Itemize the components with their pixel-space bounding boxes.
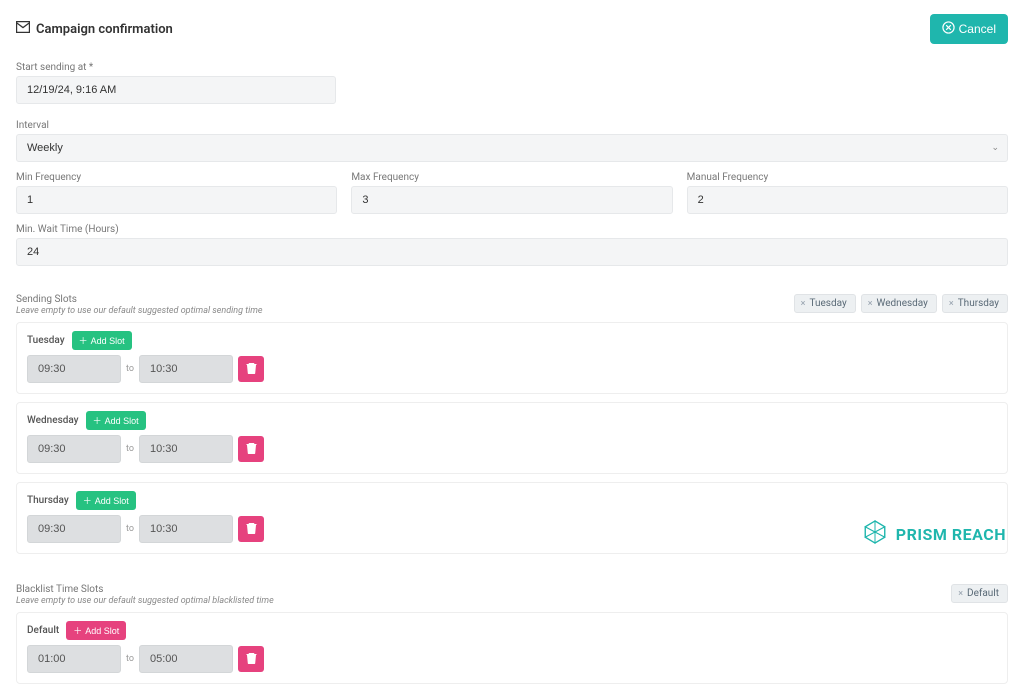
manual-frequency-input[interactable]	[687, 186, 1008, 214]
blacklist-slots-header: Blacklist Time Slots Leave empty to use …	[16, 580, 1008, 612]
plus-icon: ＋	[73, 624, 82, 637]
min-frequency-field: Min Frequency	[16, 172, 337, 214]
close-icon: ×	[949, 299, 954, 309]
add-slot-button[interactable]: ＋Add Slot	[66, 621, 126, 640]
interval-select[interactable]	[16, 134, 1008, 162]
time-from-input[interactable]	[27, 355, 121, 383]
time-from-input[interactable]	[27, 645, 121, 673]
start-sending-field: Start sending at *	[16, 62, 336, 104]
chip-default[interactable]: ×Default	[951, 584, 1008, 603]
page-title: Campaign confirmation	[16, 21, 173, 37]
time-from-input[interactable]	[27, 515, 121, 543]
time-to-input[interactable]	[139, 645, 233, 673]
min-frequency-input[interactable]	[16, 186, 337, 214]
start-sending-input[interactable]	[16, 76, 336, 104]
close-icon: ×	[801, 299, 806, 309]
trash-icon	[246, 442, 257, 457]
page-title-text: Campaign confirmation	[36, 22, 173, 37]
day-block-default: Default ＋Add Slot to	[16, 612, 1008, 684]
sending-slots-label: Sending Slots	[16, 294, 263, 305]
day-name: Default	[27, 625, 59, 636]
day-block-wednesday: Wednesday ＋Add Slot to	[16, 402, 1008, 474]
max-frequency-label: Max Frequency	[351, 172, 672, 183]
max-frequency-field: Max Frequency	[351, 172, 672, 214]
plus-icon: ＋	[93, 414, 102, 427]
to-label: to	[126, 444, 134, 454]
manual-frequency-field: Manual Frequency	[687, 172, 1008, 214]
brand-text: PRISM REACH	[896, 525, 1006, 544]
delete-slot-button[interactable]	[238, 436, 264, 462]
min-wait-input[interactable]	[16, 238, 1008, 266]
manual-frequency-label: Manual Frequency	[687, 172, 1008, 183]
chip-wednesday[interactable]: ×Wednesday	[861, 294, 937, 313]
brand-badge: PRISM REACH	[862, 519, 1006, 549]
prism-icon	[862, 519, 888, 549]
cancel-button[interactable]: Cancel	[930, 14, 1008, 44]
start-sending-label: Start sending at *	[16, 62, 336, 73]
time-to-input[interactable]	[139, 355, 233, 383]
close-icon: ×	[868, 299, 873, 309]
to-label: to	[126, 524, 134, 534]
add-slot-button[interactable]: ＋Add Slot	[86, 411, 146, 430]
delete-slot-button[interactable]	[238, 646, 264, 672]
interval-field: Interval ⌄	[16, 120, 1008, 162]
min-wait-label: Min. Wait Time (Hours)	[16, 224, 1008, 235]
trash-icon	[246, 522, 257, 537]
trash-icon	[246, 362, 257, 377]
plus-icon: ＋	[83, 494, 92, 507]
delete-slot-button[interactable]	[238, 516, 264, 542]
max-frequency-input[interactable]	[351, 186, 672, 214]
day-name: Thursday	[27, 495, 69, 506]
close-icon: ×	[958, 589, 963, 599]
chevron-down-icon: ⌄	[991, 143, 999, 153]
day-name: Wednesday	[27, 415, 79, 426]
day-name: Tuesday	[27, 335, 65, 346]
to-label: to	[126, 364, 134, 374]
cancel-label: Cancel	[959, 22, 996, 36]
time-to-input[interactable]	[139, 515, 233, 543]
chip-thursday[interactable]: ×Thursday	[942, 294, 1008, 313]
min-frequency-label: Min Frequency	[16, 172, 337, 183]
min-wait-field: Min. Wait Time (Hours)	[16, 224, 1008, 266]
cancel-icon	[942, 21, 955, 37]
trash-icon	[246, 652, 257, 667]
chip-tuesday[interactable]: ×Tuesday	[794, 294, 856, 313]
add-slot-button[interactable]: ＋Add Slot	[72, 331, 132, 350]
interval-label: Interval	[16, 120, 1008, 131]
delete-slot-button[interactable]	[238, 356, 264, 382]
add-slot-button[interactable]: ＋Add Slot	[76, 491, 136, 510]
envelope-icon	[16, 21, 30, 37]
blacklist-chips: ×Default	[951, 584, 1008, 603]
blacklist-hint: Leave empty to use our default suggested…	[16, 596, 274, 606]
plus-icon: ＋	[79, 334, 88, 347]
to-label: to	[126, 654, 134, 664]
sending-slots-header: Sending Slots Leave empty to use our def…	[16, 290, 1008, 322]
day-block-tuesday: Tuesday ＋Add Slot to	[16, 322, 1008, 394]
sending-slots-hint: Leave empty to use our default suggested…	[16, 306, 263, 316]
time-from-input[interactable]	[27, 435, 121, 463]
time-to-input[interactable]	[139, 435, 233, 463]
day-block-thursday: Thursday ＋Add Slot to	[16, 482, 1008, 554]
sending-slots-chips: ×Tuesday ×Wednesday ×Thursday	[794, 294, 1008, 313]
blacklist-label: Blacklist Time Slots	[16, 584, 274, 595]
